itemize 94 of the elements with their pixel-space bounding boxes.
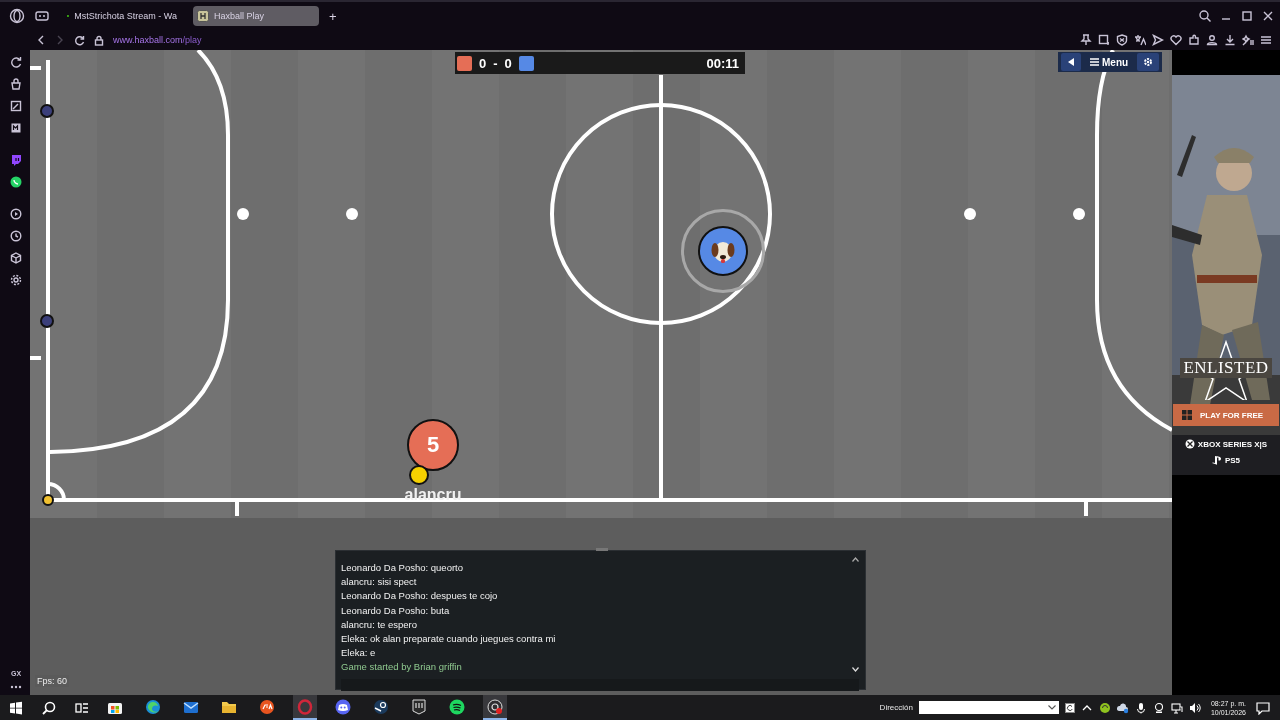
home-score: 0 (479, 55, 487, 71)
dropdown-icon[interactable] (1047, 705, 1056, 710)
refresh-icon[interactable] (1064, 702, 1075, 713)
lock-icon (94, 34, 104, 46)
browser-tab[interactable]: Haxball Play (193, 6, 319, 26)
record-icon (487, 698, 503, 715)
game-controller-icon[interactable] (35, 10, 49, 22)
field-marker (346, 208, 358, 220)
cloud-icon[interactable] (1116, 701, 1129, 714)
away-score: 0 (504, 55, 512, 71)
download-icon[interactable] (1224, 34, 1236, 46)
more-icon[interactable] (10, 685, 22, 689)
scroll-down-icon[interactable] (852, 667, 859, 672)
team-square-icon (457, 55, 472, 71)
chat-message: alancru: te espero (341, 617, 418, 632)
pencil-icon[interactable] (10, 100, 22, 112)
match-timer: 00:11 (706, 55, 739, 71)
chat-input-field[interactable] (341, 678, 859, 691)
menu-icon (1090, 58, 1099, 66)
playstation-icon (1211, 455, 1222, 465)
shield-badge-icon (411, 698, 427, 715)
score-separator: - (493, 55, 498, 71)
system-message: Game started by Brian griffin (341, 660, 462, 675)
field-marker (237, 208, 249, 220)
browser-tab[interactable]: MstStrichota Stream - Wa (63, 6, 185, 26)
heart-icon[interactable] (1170, 34, 1182, 46)
ad-brand-title: ENLISTED (1180, 358, 1272, 378)
pin-icon[interactable] (1080, 34, 1092, 46)
whatsapp-icon[interactable] (10, 176, 22, 188)
new-tab-button[interactable]: + (327, 8, 339, 24)
speaker-icon[interactable] (1188, 701, 1201, 714)
goal-post (42, 494, 54, 506)
settings-button[interactable] (1137, 53, 1160, 71)
account-icon[interactable] (1206, 34, 1218, 46)
snapshot-icon[interactable] (1098, 34, 1110, 46)
discord-icon (335, 698, 351, 715)
reload-icon[interactable] (74, 34, 85, 46)
field-marker (964, 208, 976, 220)
settings-icon (1143, 57, 1154, 67)
windows-start-icon[interactable] (9, 700, 23, 715)
taskbar-app[interactable] (483, 695, 507, 720)
maximize-icon[interactable] (1241, 10, 1253, 22)
xbox-icon (1184, 439, 1195, 449)
triangle-icon (1067, 58, 1075, 66)
chat-message: Eleka: e (341, 646, 376, 661)
extensions-icon[interactable] (1188, 34, 1200, 46)
address-toolbar-label: Dirección (879, 703, 913, 712)
scroll-up-icon[interactable] (852, 557, 859, 562)
chat-message: Eleka: ok alan preparate cuando juegues contra mi (341, 632, 556, 646)
clock-icon[interactable] (10, 230, 22, 242)
steam-icon (373, 698, 389, 715)
collapse-button[interactable] (1061, 53, 1081, 71)
news-icon[interactable] (10, 122, 22, 134)
shield-icon[interactable] (1116, 34, 1128, 46)
task-view-icon[interactable] (75, 700, 89, 715)
chat-message: Leonardo Da Posho: buta (341, 603, 450, 618)
goal-post (40, 104, 54, 118)
ai-icon[interactable] (1242, 34, 1254, 46)
send-icon[interactable] (1152, 34, 1164, 46)
close-icon[interactable] (1262, 10, 1274, 22)
chat-message: Leonardo Da Posho: despues te cojo (341, 589, 498, 604)
menu-icon[interactable] (1260, 34, 1272, 46)
sync-icon[interactable] (1098, 701, 1111, 714)
twitch-icon[interactable] (10, 154, 22, 166)
play-for-free-button[interactable]: PLAY FOR FREE (1173, 404, 1279, 426)
player-icon[interactable] (10, 208, 22, 220)
ring-icon (297, 698, 313, 715)
search-icon[interactable] (1199, 10, 1211, 22)
platform-label: XBOX SERIES X|S (1197, 439, 1268, 449)
browser-logo-icon[interactable] (9, 8, 25, 24)
spotify-icon (449, 698, 465, 715)
address-toolbar-field[interactable] (918, 701, 1059, 714)
network-icon[interactable] (1170, 701, 1183, 714)
team-square-icon (518, 55, 534, 71)
cube-icon[interactable] (10, 252, 22, 264)
settings-icon[interactable] (10, 274, 22, 286)
chat-message: alancru: sisi spect (341, 575, 417, 590)
field-marker (1073, 208, 1085, 220)
windows-icon (1182, 410, 1192, 420)
notifications-icon[interactable] (1256, 700, 1270, 715)
back-icon[interactable] (36, 35, 46, 45)
history-icon[interactable] (10, 56, 22, 68)
bag-icon[interactable] (10, 78, 22, 90)
edge-icon (145, 698, 161, 715)
chat-message: Leonardo Da Posho: queorto (341, 561, 463, 575)
goal-post (40, 314, 54, 328)
microphone-icon[interactable] (1134, 701, 1147, 714)
fps-counter: Fps: 60 (35, 675, 69, 687)
search-icon[interactable] (42, 700, 56, 715)
translate-icon[interactable] (1134, 34, 1146, 46)
platform-label: PS5 (1224, 455, 1241, 465)
address-bar[interactable]: www.haxball.com/play (113, 35, 202, 45)
ea-icon (259, 698, 275, 715)
webcam-icon[interactable] (1152, 701, 1165, 714)
